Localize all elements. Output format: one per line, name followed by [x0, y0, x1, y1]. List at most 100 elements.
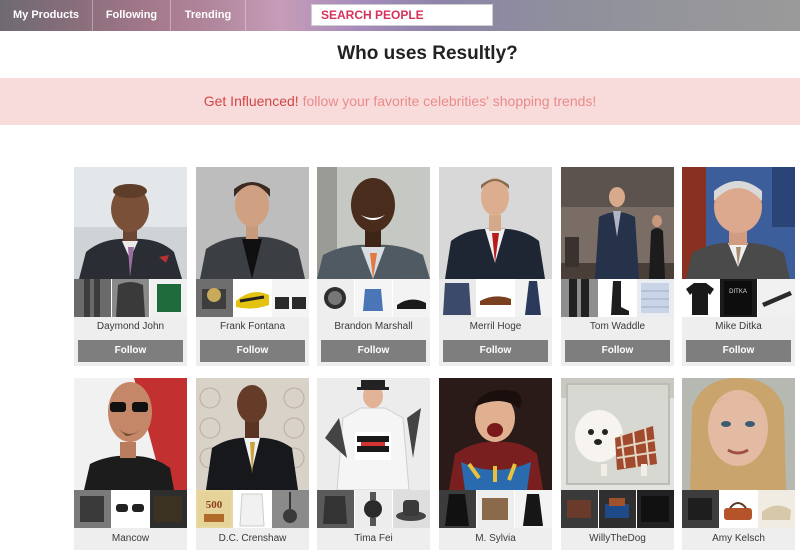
product-thumb[interactable] — [234, 279, 272, 317]
person-name[interactable]: M. Sylvia — [439, 533, 552, 544]
banner-rest-text: follow your favorite celebrities' shoppi… — [302, 93, 597, 109]
tab-following[interactable]: Following — [93, 0, 171, 31]
person-card[interactable]: Amy Kelsch — [682, 378, 795, 550]
product-thumb[interactable]: 500 — [196, 490, 234, 528]
follow-button[interactable]: Follow — [321, 340, 426, 362]
product-thumb[interactable] — [234, 490, 272, 528]
person-name[interactable]: Frank Fontana — [196, 321, 309, 332]
product-thumb[interactable] — [439, 279, 477, 317]
product-thumbnails — [317, 279, 430, 317]
follow-button[interactable]: Follow — [200, 340, 305, 362]
product-thumb[interactable] — [682, 279, 720, 317]
follow-button[interactable]: Follow — [443, 340, 548, 362]
product-thumb[interactable] — [720, 490, 758, 528]
person-photo[interactable] — [196, 378, 309, 490]
person-card[interactable]: DITKA Mike Ditka Follow — [682, 167, 795, 366]
person-photo[interactable] — [74, 167, 187, 279]
person-photo[interactable] — [561, 167, 674, 279]
product-thumb[interactable] — [515, 279, 552, 317]
crenshaw-sign-text: 500 — [206, 499, 223, 511]
person-name[interactable]: Tom Waddle — [561, 321, 674, 332]
person-card[interactable]: WillyTheDog — [561, 378, 674, 550]
product-thumb[interactable] — [317, 279, 355, 317]
person-card[interactable]: Tom Waddle Follow — [561, 167, 674, 366]
product-thumb[interactable] — [758, 279, 795, 317]
product-thumbnails — [317, 490, 430, 528]
person-card[interactable]: Tima Fei — [317, 378, 430, 550]
person-name[interactable]: Mancow — [74, 533, 187, 544]
person-card[interactable]: Mancow — [74, 378, 187, 550]
product-thumb[interactable] — [682, 490, 720, 528]
product-thumb[interactable] — [74, 279, 112, 317]
product-thumb[interactable] — [355, 490, 393, 528]
product-thumb[interactable] — [515, 490, 552, 528]
product-thumb[interactable] — [272, 490, 309, 528]
product-thumb[interactable] — [393, 279, 430, 317]
influence-banner: Get Influenced! follow your favorite cel… — [0, 78, 800, 125]
product-thumb[interactable] — [758, 490, 795, 528]
person-name[interactable]: Merril Hoge — [439, 321, 552, 332]
product-thumb[interactable] — [393, 490, 430, 528]
person-photo[interactable] — [317, 378, 430, 490]
product-thumb[interactable] — [150, 490, 187, 528]
product-thumb[interactable] — [599, 490, 637, 528]
product-thumb[interactable] — [637, 490, 674, 528]
product-thumbnails — [561, 490, 674, 528]
follow-button[interactable]: Follow — [686, 340, 791, 362]
person-photo[interactable] — [74, 378, 187, 490]
product-thumbnails — [74, 490, 187, 528]
product-thumbnails — [561, 279, 674, 317]
ditka-shirt-text: DITKA — [729, 289, 747, 295]
person-name[interactable]: Amy Kelsch — [682, 533, 795, 544]
page-title: Who uses Resultly? — [337, 43, 518, 64]
product-thumbnails — [682, 490, 795, 528]
product-thumbnails — [196, 279, 309, 317]
person-name[interactable]: Brandon Marshall — [317, 321, 430, 332]
person-card[interactable]: Daymond John Follow — [74, 167, 187, 366]
person-name[interactable]: Daymond John — [74, 321, 187, 332]
search-people-input[interactable] — [311, 4, 493, 26]
product-thumbnails — [74, 279, 187, 317]
person-card[interactable]: 500 D.C. Crenshaw — [196, 378, 309, 550]
tab-my-products[interactable]: My Products — [0, 0, 93, 31]
person-photo[interactable] — [682, 167, 795, 279]
product-thumb[interactable] — [599, 279, 637, 317]
product-thumb[interactable] — [317, 490, 355, 528]
product-thumbnails — [439, 279, 552, 317]
follow-button[interactable]: Follow — [78, 340, 183, 362]
person-name[interactable]: D.C. Crenshaw — [196, 533, 309, 544]
person-photo[interactable] — [561, 378, 674, 490]
person-name[interactable]: Mike Ditka — [682, 321, 795, 332]
product-thumb[interactable] — [196, 279, 234, 317]
person-card[interactable]: Brandon Marshall Follow — [317, 167, 430, 366]
product-thumb[interactable] — [74, 490, 112, 528]
person-name[interactable]: WillyTheDog — [561, 533, 674, 544]
person-photo[interactable] — [317, 167, 430, 279]
person-card[interactable]: M. Sylvia — [439, 378, 552, 550]
product-thumbnails — [439, 490, 552, 528]
person-name[interactable]: Tima Fei — [317, 533, 430, 544]
person-photo[interactable] — [439, 167, 552, 279]
product-thumb[interactable] — [439, 490, 477, 528]
top-nav-bar: My Products Following Trending — [0, 0, 800, 31]
product-thumb[interactable] — [112, 279, 150, 317]
product-thumb[interactable]: DITKA — [720, 279, 758, 317]
product-thumb[interactable] — [477, 279, 515, 317]
person-photo[interactable] — [196, 167, 309, 279]
product-thumb[interactable] — [637, 279, 674, 317]
product-thumb[interactable] — [355, 279, 393, 317]
tab-trending[interactable]: Trending — [171, 0, 246, 31]
product-thumbnails: DITKA — [682, 279, 795, 317]
follow-button[interactable]: Follow — [565, 340, 670, 362]
product-thumb[interactable] — [477, 490, 515, 528]
product-thumb[interactable] — [561, 490, 599, 528]
person-photo[interactable] — [439, 378, 552, 490]
product-thumb[interactable] — [272, 279, 309, 317]
person-card[interactable]: Frank Fontana Follow — [196, 167, 309, 366]
person-photo[interactable] — [682, 378, 795, 490]
product-thumbnails: 500 — [196, 490, 309, 528]
person-card[interactable]: Merril Hoge Follow — [439, 167, 552, 366]
product-thumb[interactable] — [112, 490, 150, 528]
product-thumb[interactable] — [150, 279, 187, 317]
product-thumb[interactable] — [561, 279, 599, 317]
